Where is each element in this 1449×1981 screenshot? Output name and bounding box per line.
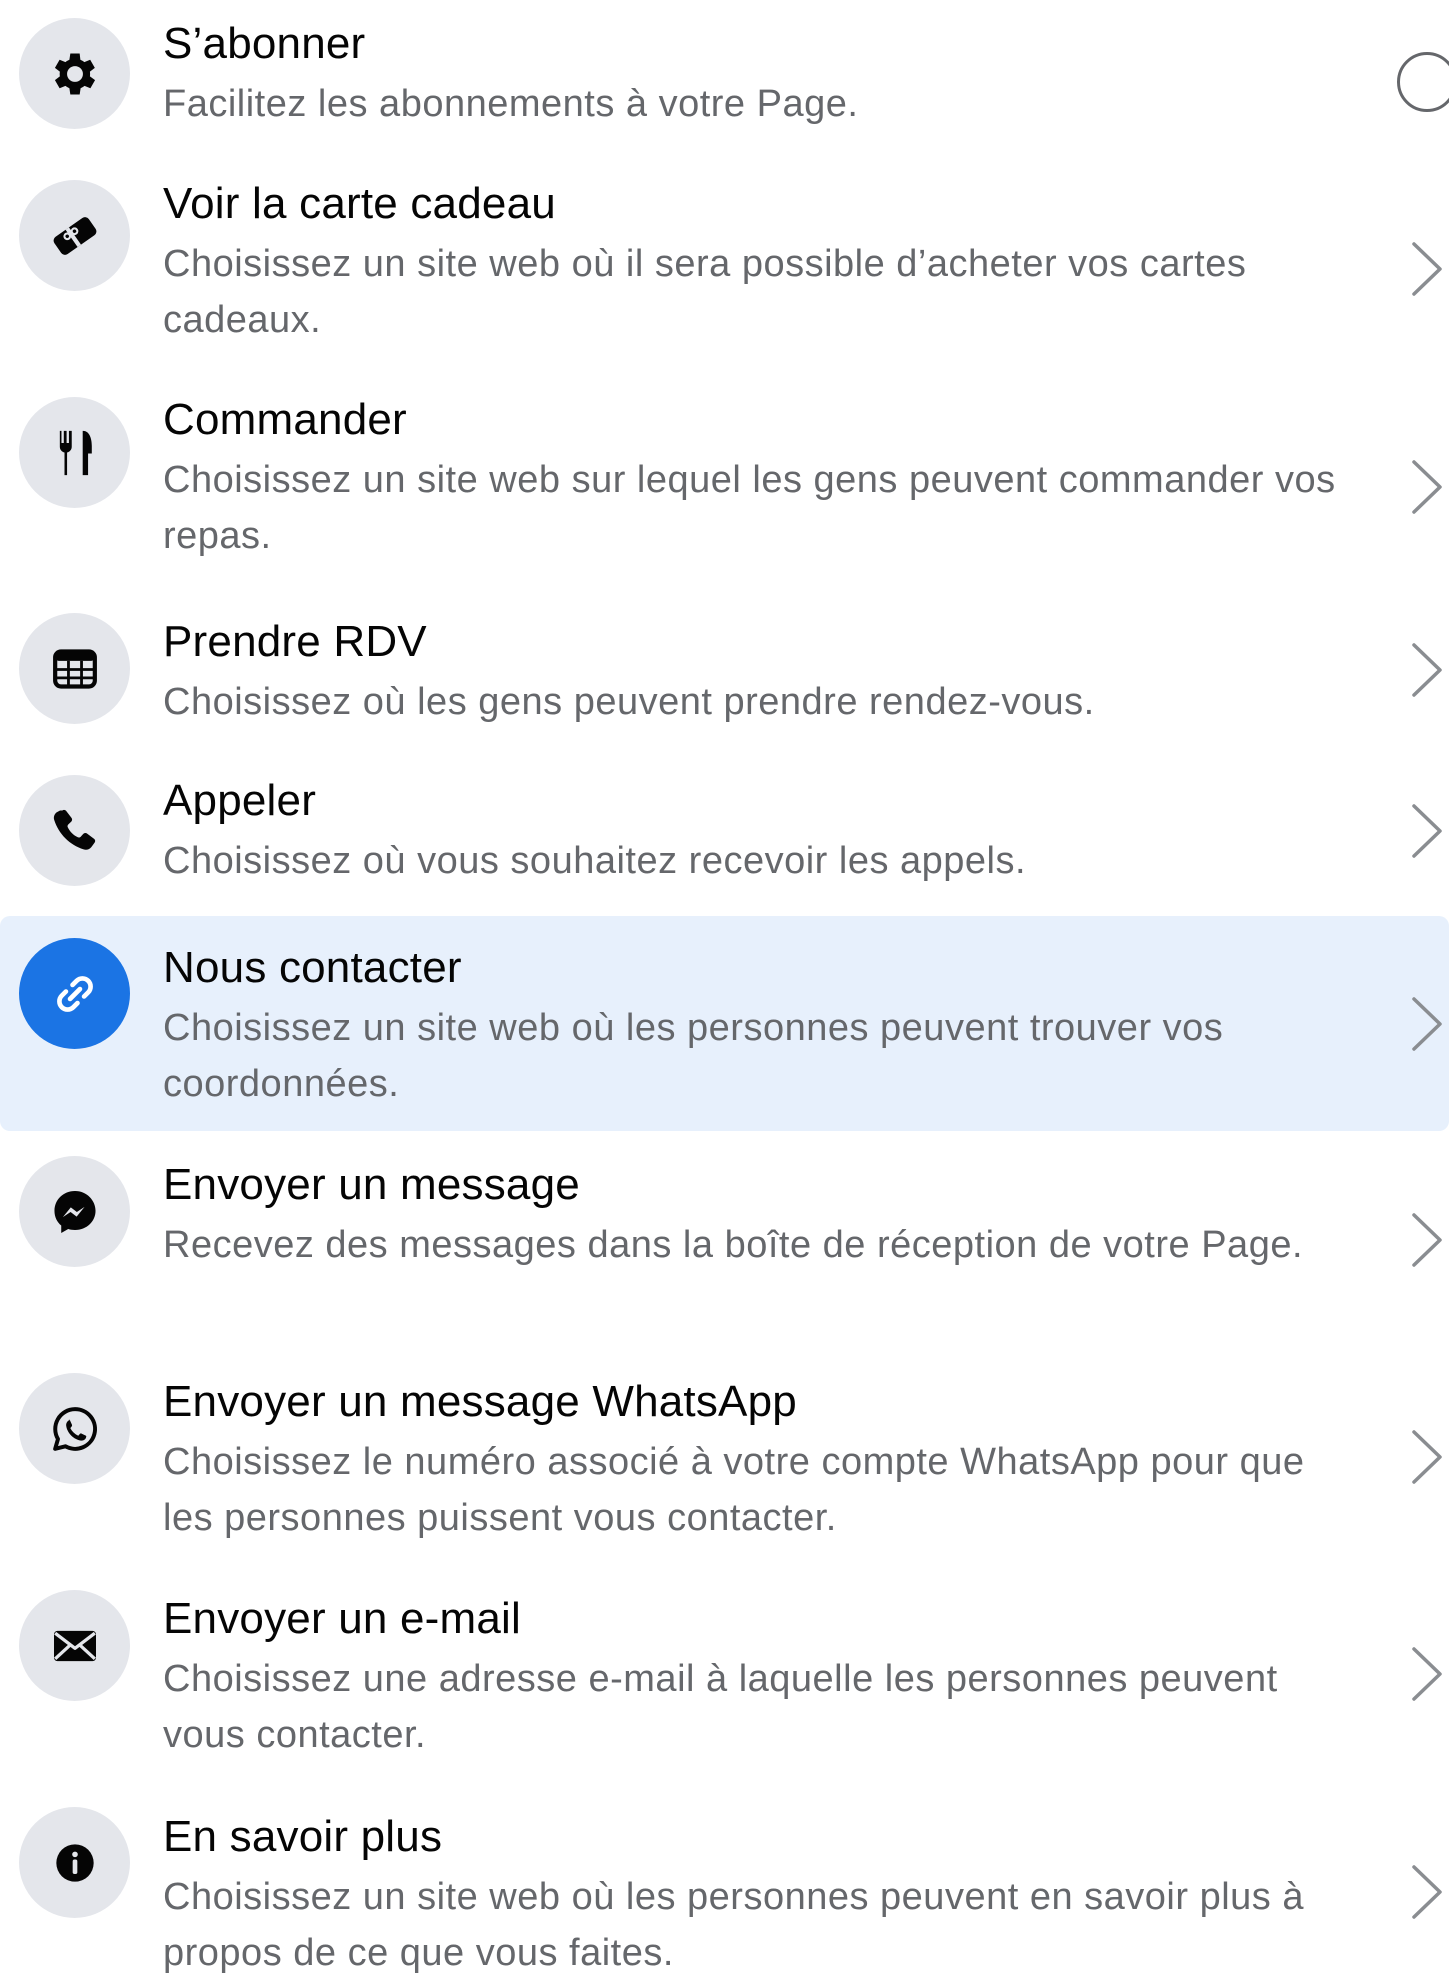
action-button-options-list: S’abonner Facilitez les abonnements à vo…	[0, 0, 1449, 1974]
chevron-right-icon[interactable]	[1406, 458, 1446, 516]
option-description: Choisissez une adresse e-mail à laquelle…	[163, 1658, 1278, 1756]
chevron-right-icon[interactable]	[1406, 1863, 1446, 1921]
icon-badge	[19, 1590, 130, 1701]
chevron-right-icon[interactable]	[1406, 240, 1446, 298]
envelope-icon	[53, 1630, 96, 1661]
icon-badge	[19, 180, 130, 291]
phone-icon	[53, 809, 95, 850]
option-row-learn-more[interactable]: En savoir plus Choisissez un site web où…	[0, 1783, 1449, 1974]
option-title: Envoyer un message WhatsApp	[163, 1377, 797, 1426]
messenger-icon	[53, 1190, 96, 1233]
icon-badge	[19, 613, 130, 724]
option-row-book-appointment[interactable]: Prendre RDV Choisissez où les gens peuve…	[0, 585, 1449, 747]
option-description: Choisissez un site web sur lequel les ge…	[163, 459, 1336, 557]
option-description: Choisissez le numéro associé à votre com…	[163, 1441, 1305, 1539]
chevron-right-icon[interactable]	[1406, 995, 1446, 1053]
option-row-whatsapp[interactable]: Envoyer un message WhatsApp Choisissez l…	[0, 1348, 1449, 1565]
whatsapp-icon	[52, 1406, 97, 1451]
calendar-icon	[52, 648, 97, 689]
icon-badge	[19, 1156, 130, 1267]
option-description: Recevez des messages dans la boîte de ré…	[163, 1224, 1304, 1266]
option-title: S’abonner	[163, 19, 366, 68]
option-row-order-food[interactable]: Commander Choisissez un site web sur leq…	[0, 368, 1449, 585]
option-row-send-message[interactable]: Envoyer un message Recevez des messages …	[0, 1131, 1449, 1348]
icon-badge	[19, 938, 130, 1049]
radio-button[interactable]	[1397, 52, 1449, 112]
option-description: Choisissez un site web où les personnes …	[163, 1007, 1224, 1105]
gift-card-icon	[53, 216, 96, 255]
option-title: Appeler	[163, 776, 317, 825]
option-title: Commander	[163, 395, 407, 444]
option-description: Choisissez où les gens peuvent prendre r…	[163, 681, 1095, 723]
option-description: Choisissez où vous souhaitez recevoir le…	[163, 840, 1027, 882]
option-title: En savoir plus	[163, 1812, 443, 1861]
icon-badge	[19, 775, 130, 886]
option-description: Facilitez les abonnements à votre Page.	[163, 83, 859, 125]
option-title: Envoyer un message	[163, 1160, 580, 1209]
chevron-right-icon[interactable]	[1406, 641, 1446, 699]
chevron-right-icon[interactable]	[1406, 802, 1446, 860]
icon-badge	[19, 18, 130, 129]
option-row-gift-card[interactable]: Voir la carte cadeau Choisissez un site …	[0, 150, 1449, 368]
chevron-right-icon[interactable]	[1406, 1428, 1446, 1486]
option-title: Prendre RDV	[163, 617, 427, 666]
option-row-send-email[interactable]: Envoyer un e-mail Choisissez une adresse…	[0, 1565, 1449, 1783]
icon-badge	[19, 397, 130, 508]
option-title: Voir la carte cadeau	[163, 179, 556, 228]
option-description: Choisissez un site web où les personnes …	[163, 1876, 1304, 1974]
chevron-right-icon[interactable]	[1406, 1645, 1446, 1703]
chevron-right-icon[interactable]	[1406, 1211, 1446, 1269]
icon-badge	[19, 1807, 130, 1918]
link-icon	[56, 975, 93, 1012]
option-row-contact-us[interactable]: Nous contacter Choisissez un site web où…	[0, 916, 1449, 1131]
option-row-subscribe[interactable]: S’abonner Facilitez les abonnements à vo…	[0, 0, 1449, 150]
option-title: Nous contacter	[163, 943, 462, 992]
option-title: Envoyer un e-mail	[163, 1594, 521, 1643]
icon-badge	[19, 1373, 130, 1484]
fork-knife-icon	[58, 430, 92, 475]
info-icon	[55, 1843, 94, 1882]
option-description: Choisissez un site web où il sera possib…	[163, 243, 1247, 341]
gear-icon	[54, 52, 95, 95]
option-row-call[interactable]: Appeler Choisissez où vous souhaitez rec…	[0, 747, 1449, 916]
